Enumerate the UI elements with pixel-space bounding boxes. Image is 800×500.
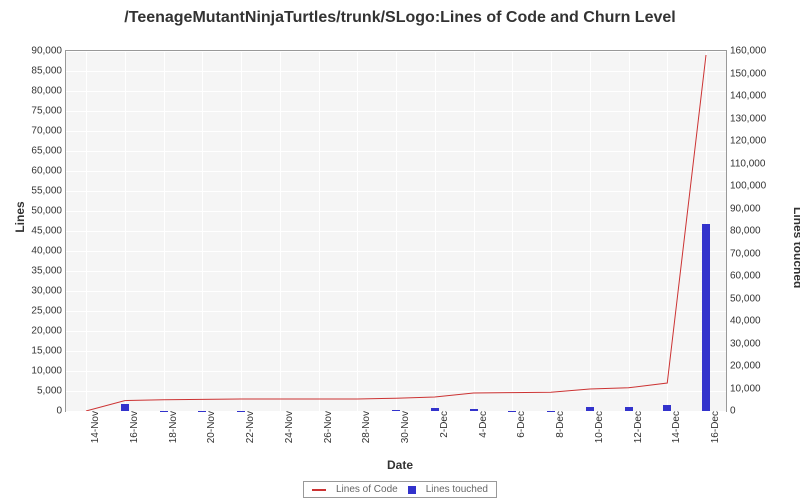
bar-lines-touched (121, 404, 129, 411)
y-left-tick: 5,000 (37, 386, 66, 397)
chart-title: /TeenageMutantNinjaTurtles/trunk/SLogo:L… (0, 0, 800, 37)
y-axis-right-label: Lines touched (791, 207, 800, 227)
x-tick: 22-Nov (241, 411, 256, 443)
y-left-tick: 85,000 (31, 66, 66, 77)
bar-lines-touched (392, 410, 400, 411)
y-left-tick: 15,000 (31, 346, 66, 357)
y-left-tick: 55,000 (31, 186, 66, 197)
x-tick: 30-Nov (396, 411, 411, 443)
x-tick: 14-Nov (86, 411, 101, 443)
y-axis-left-label: Lines (13, 197, 27, 237)
x-tick: 16-Nov (125, 411, 140, 443)
x-tick: 8-Dec (551, 411, 566, 438)
y-left-tick: 10,000 (31, 366, 66, 377)
y-right-tick: 20,000 (726, 361, 761, 372)
y-right-tick: 80,000 (726, 226, 761, 237)
y-left-tick: 20,000 (31, 326, 66, 337)
y-right-tick: 100,000 (726, 181, 766, 192)
y-right-tick: 150,000 (726, 68, 766, 79)
x-tick: 26-Nov (319, 411, 334, 443)
y-left-tick: 0 (56, 406, 66, 417)
y-right-tick: 60,000 (726, 271, 761, 282)
y-left-tick: 25,000 (31, 306, 66, 317)
y-left-tick: 65,000 (31, 146, 66, 157)
y-left-tick: 90,000 (31, 46, 66, 57)
y-right-tick: 50,000 (726, 293, 761, 304)
bar-lines-touched (625, 407, 633, 411)
y-right-tick: 90,000 (726, 203, 761, 214)
x-tick: 10-Dec (590, 411, 605, 443)
x-tick: 24-Nov (280, 411, 295, 443)
y-right-tick: 130,000 (726, 113, 766, 124)
y-right-tick: 40,000 (726, 316, 761, 327)
x-tick: 4-Dec (474, 411, 489, 438)
y-right-tick: 110,000 (726, 158, 765, 169)
y-left-tick: 50,000 (31, 206, 66, 217)
legend-item-touched: Lines touched (426, 484, 488, 495)
legend-square-icon (408, 486, 416, 494)
bar-lines-touched (663, 405, 671, 411)
y-right-tick: 0 (726, 406, 736, 417)
legend: Lines of Code Lines touched (303, 481, 497, 498)
bar-lines-touched (470, 409, 478, 411)
x-tick: 14-Dec (667, 411, 682, 443)
x-tick: 20-Nov (202, 411, 217, 443)
chart-container: /TeenageMutantNinjaTurtles/trunk/SLogo:L… (0, 0, 800, 500)
legend-line-icon (312, 489, 326, 491)
bar-lines-touched (702, 224, 710, 411)
y-left-tick: 30,000 (31, 286, 66, 297)
y-right-tick: 70,000 (726, 248, 761, 259)
plot-area: 05,00010,00015,00020,00025,00030,00035,0… (65, 50, 727, 412)
y-left-tick: 40,000 (31, 246, 66, 257)
y-left-tick: 45,000 (31, 226, 66, 237)
x-axis-label: Date (0, 458, 800, 472)
y-left-tick: 80,000 (31, 86, 66, 97)
bar-lines-touched (586, 407, 594, 412)
y-left-tick: 35,000 (31, 266, 66, 277)
x-tick: 12-Dec (629, 411, 644, 443)
y-right-tick: 140,000 (726, 91, 766, 102)
bar-lines-touched (431, 408, 439, 411)
y-right-tick: 120,000 (726, 136, 766, 147)
x-tick: 16-Dec (706, 411, 721, 443)
x-tick: 18-Nov (164, 411, 179, 443)
y-left-tick: 60,000 (31, 166, 66, 177)
y-right-tick: 160,000 (726, 46, 766, 57)
y-right-tick: 30,000 (726, 338, 761, 349)
y-left-tick: 75,000 (31, 106, 66, 117)
x-tick: 2-Dec (435, 411, 450, 438)
legend-item-loc: Lines of Code (336, 484, 398, 495)
x-tick: 6-Dec (512, 411, 527, 438)
y-left-tick: 70,000 (31, 126, 66, 137)
x-tick: 28-Nov (357, 411, 372, 443)
y-right-tick: 10,000 (726, 383, 761, 394)
